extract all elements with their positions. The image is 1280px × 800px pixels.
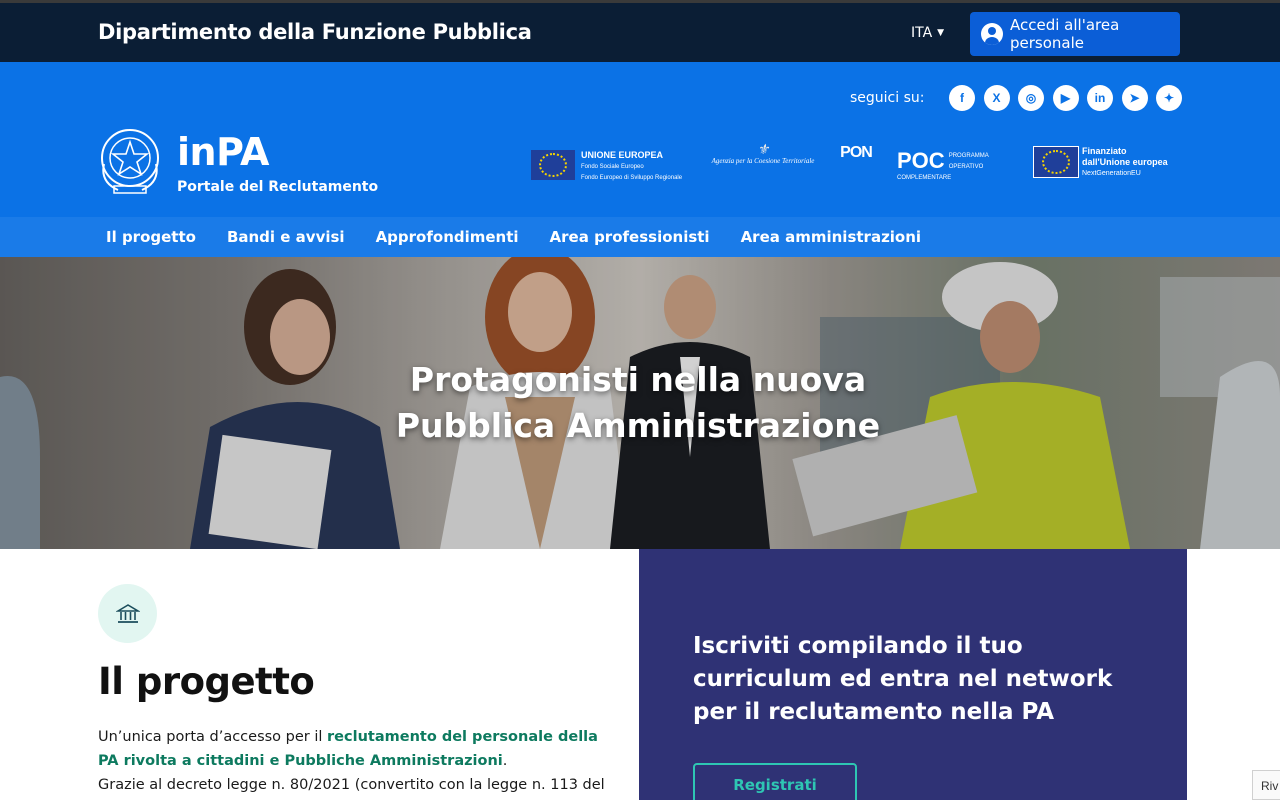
nav-item-area-professionisti[interactable]: Area professionisti (550, 228, 710, 246)
institution-icon (98, 584, 157, 643)
register-button[interactable]: Registrati (693, 763, 857, 800)
login-button[interactable]: Accedi all'area personale (970, 12, 1180, 56)
pon-logo: PON (834, 145, 878, 161)
nav-item-bandi-e-avvisi[interactable]: Bandi e avvisi (227, 228, 345, 246)
org-name[interactable]: Dipartimento della Funzione Pubblica (98, 20, 532, 44)
main-nav: Il progetto Bandi e avvisi Approfondimen… (0, 217, 1280, 257)
chevron-down-icon: ▼ (937, 28, 945, 38)
poc-logo: POC PROGRAMMA OPERATIVO COMPLEMENTARE (897, 150, 1017, 183)
text-intro: Un’unica porta d’accesso per il (98, 729, 328, 745)
pon-label: PON (840, 144, 873, 161)
ngeu-line1: Finanziato (1082, 146, 1127, 156)
language-selector[interactable]: ITA ▼ (911, 25, 944, 41)
nav-item-area-amministrazioni[interactable]: Area amministrazioni (741, 228, 921, 246)
star-icon[interactable]: ✦ (1156, 85, 1182, 111)
hero-title-line1: Protagonisti nella nuova (409, 360, 867, 399)
login-label: Accedi all'area personale (1010, 16, 1120, 52)
ngeu-logo-text: Finanziato dall'Unione europea NextGener… (1082, 146, 1182, 179)
brand-subtitle: Portale del Reclutamento (177, 179, 379, 195)
card-title: Iscriviti compilando il tuo curriculum e… (693, 633, 1113, 725)
ue-line2: Fondo Europeo di Sviluppo Regionale (581, 175, 683, 181)
eu-flag-icon (531, 150, 575, 180)
top-bar: Dipartimento della Funzione Pubblica ITA… (0, 0, 1280, 62)
follow-label: seguici su: (850, 90, 925, 106)
social-links: f X ◎ ▶ in ➤ ✦ (949, 85, 1182, 111)
site-header: seguici su: f X ◎ ▶ in ➤ ✦ inPA Portale del Re… (0, 62, 1280, 217)
telegram-icon[interactable]: ➤ (1121, 85, 1148, 111)
nav-item-approfondimenti[interactable]: Approfondimenti (376, 228, 519, 246)
linkedin-icon[interactable]: in (1087, 85, 1113, 111)
agency-logo: ⚜ Agenzia per la Coesione Territoriale (703, 143, 823, 166)
language-label: ITA (911, 25, 933, 41)
ue-logo-text: UNIONE EUROPEA Fondo Sociale Europeo Fon… (581, 150, 691, 183)
agency-emblem-icon: ⚜ (756, 143, 770, 158)
instagram-icon[interactable]: ◎ (1018, 85, 1044, 111)
hero-title-line2: Pubblica Amministrazione (395, 406, 881, 445)
nav-item-il-progetto[interactable]: Il progetto (106, 228, 196, 246)
republic-emblem-icon (101, 129, 159, 194)
poc-line2: OPERATIVO (948, 164, 984, 170)
ue-title: UNIONE EUROPEA (581, 150, 664, 160)
facebook-icon[interactable]: f (949, 85, 975, 111)
hero-banner: Protagonisti nella nuova Pubblica Ammini… (0, 257, 1280, 549)
corner-tab[interactable]: Riv (1252, 770, 1280, 800)
youtube-icon[interactable]: ▶ (1052, 85, 1079, 111)
user-icon (981, 23, 1003, 45)
text-line2: Grazie al decreto legge n. 80/2021 (conv… (98, 777, 605, 793)
poc-line1: PROGRAMMA (948, 153, 989, 159)
x-icon[interactable]: X (983, 85, 1010, 111)
signup-card: Iscriviti compilando il tuo curriculum e… (639, 549, 1187, 800)
brand-title[interactable]: inPA (177, 130, 269, 174)
ngeu-line2: dall'Unione europea (1082, 157, 1168, 167)
section-text: Un’unica porta d’accesso per il reclutam… (98, 725, 618, 800)
hero-title: Protagonisti nella nuova Pubblica Ammini… (0, 357, 1276, 449)
text-end: . (502, 753, 508, 769)
ue-line1: Fondo Sociale Europeo (581, 164, 644, 170)
ngeu-line3: NextGenerationEU (1082, 170, 1141, 177)
poc-label: POC (897, 148, 945, 173)
poc-line3: COMPLEMENTARE (897, 175, 952, 181)
section-title: Il progetto (98, 660, 315, 703)
ngeu-flag-icon (1033, 146, 1079, 178)
agency-label: Agenzia per la Coesione Territoriale (711, 157, 815, 165)
